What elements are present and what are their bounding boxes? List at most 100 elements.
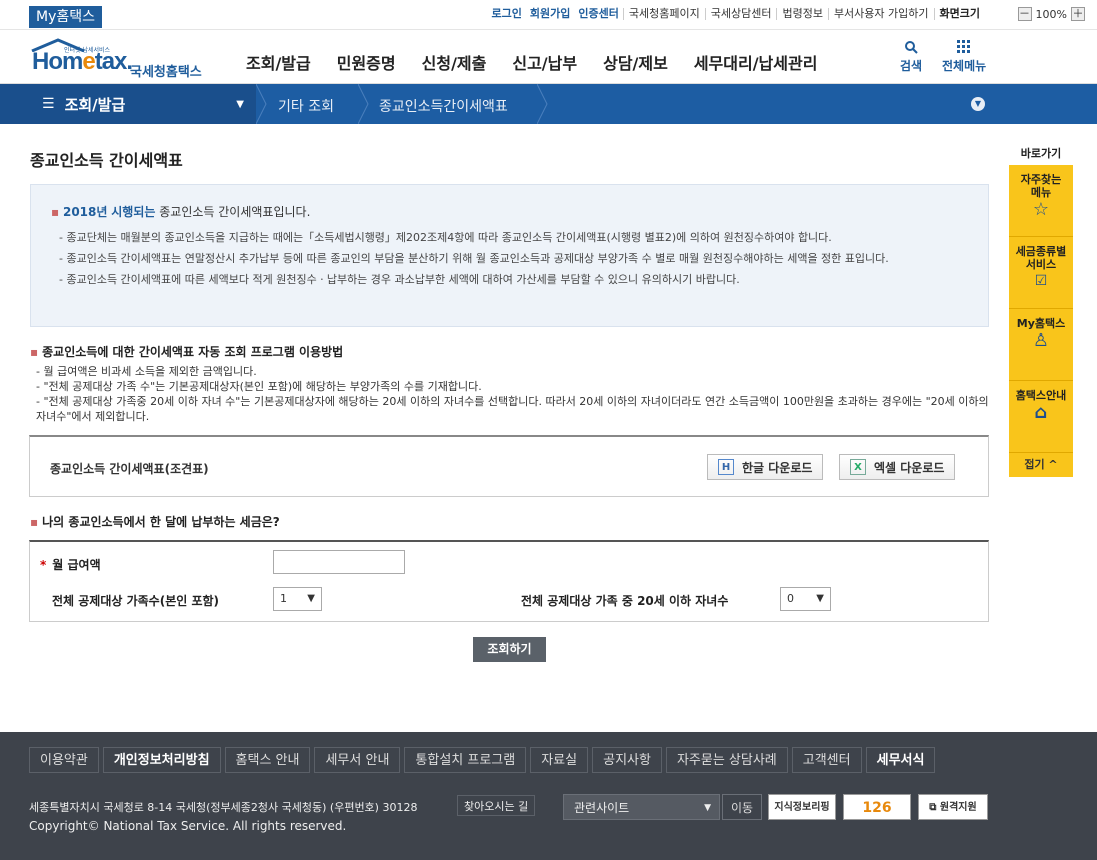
remote-support-icon: ⧉: [929, 802, 937, 813]
footer-privacy-link[interactable]: 개인정보처리방침: [102, 747, 221, 773]
location-bar: ☰ 조회/발급 ▼ 기타 조회 종교인소득간이세액표 ▼: [0, 84, 1097, 124]
zoom-level: 100%: [1035, 7, 1067, 21]
tax-inquiry-form: * 월 급여액 전체 공제대상 가족수(본인 포함) 1 ▼ 전체 공제대상 가족…: [29, 540, 989, 622]
footer-notice-link[interactable]: 공지사항: [592, 747, 662, 773]
top-links: 로그인 회원가입 인증센터 국세청홈페이지 국세상담센터 법령정보 부서사용자 …: [488, 8, 985, 20]
related-sites-select[interactable]: 관련사이트 ▼: [563, 794, 720, 820]
form-title-text: 나의 종교인소득에서 한 달에 납부하는 세금은?: [42, 515, 280, 529]
footer-tax-office-link[interactable]: 세무서 안내: [314, 747, 401, 773]
call-126-banner[interactable]: 126: [843, 794, 911, 820]
breadcrumb-separator-icon: [358, 84, 369, 124]
nav-apply-submit[interactable]: 신청/제출: [422, 50, 487, 74]
hamburger-icon: ☰: [42, 96, 55, 112]
quick-item-label: My홈택스: [1016, 317, 1066, 330]
quick-hometax-guide[interactable]: 홈택스안내 ⌂: [1009, 381, 1073, 453]
zoom-control: － 100% ＋: [1017, 7, 1085, 21]
notice-item: - 종교단체는 매월분의 종교인소득을 지급하는 때에는「소득세법시행령」제20…: [59, 231, 832, 244]
quick-menu: 바로가기 자주찾는 메뉴 ☆ 세금종류별 서비스 ☑ My홈택스 ♙ 홈택스안내…: [1009, 145, 1073, 477]
star-icon: ☆: [1032, 199, 1050, 220]
nav-consult-report[interactable]: 상담/제보: [603, 50, 668, 74]
location-menu-label: 조회/발급: [64, 95, 126, 114]
family-count-value: 1: [280, 592, 287, 605]
all-menu-label: 전체메뉴: [942, 59, 987, 73]
dept-user-signup-link[interactable]: 부서사용자 가입하기: [827, 8, 934, 20]
quick-tax-type-service[interactable]: 세금종류별 서비스 ☑: [1009, 237, 1073, 309]
monthly-pay-input[interactable]: [273, 550, 405, 574]
grid-icon: [957, 40, 971, 53]
required-icon: *: [40, 558, 47, 572]
footer-tax-forms-link[interactable]: 세무서식: [865, 747, 936, 773]
search-label: 검색: [900, 59, 923, 73]
page-title: 종교인소득 간이세액표: [30, 151, 183, 170]
knowledge-briefing-banner[interactable]: 지식정보리핑: [768, 794, 836, 820]
logo-text: Hometax.: [32, 48, 133, 76]
notice-highlight: 시행되는: [111, 205, 156, 219]
chevron-down-icon[interactable]: ▼: [971, 97, 985, 111]
remote-support-banner[interactable]: ⧉ 원격지원: [918, 794, 988, 820]
guide-item: - 월 급여액은 비과세 소득을 제외한 금액입니다.: [36, 365, 257, 378]
bullet-icon: ▪: [51, 205, 60, 219]
zoom-out-button[interactable]: －: [1017, 7, 1032, 21]
my-hometax-link[interactable]: My홈택스: [29, 6, 103, 28]
quick-favorite-menu[interactable]: 자주찾는 메뉴 ☆: [1009, 165, 1073, 237]
footer-hometax-guide-link[interactable]: 홈택스 안내: [224, 747, 311, 773]
certificate-center-link[interactable]: 인증센터: [574, 8, 622, 20]
nav-tax-agent[interactable]: 세무대리/납세관리: [694, 50, 818, 74]
guide-item: - "전체 공제대상 가족중 20세 이하 자녀 수"는 기본공제대상자에 해당…: [36, 395, 989, 423]
footer-faq-link[interactable]: 자주묻는 상담사례: [665, 747, 788, 773]
nav-report-pay[interactable]: 신고/납부: [512, 50, 577, 74]
find-way-button[interactable]: 찾아오시는 길: [457, 795, 536, 816]
quick-item-label: 자주찾는 메뉴: [1020, 173, 1062, 199]
nts-homepage-link[interactable]: 국세청홈페이지: [622, 8, 705, 20]
footer-links: 이용약관 개인정보처리방침 홈택스 안내 세무서 안내 통합설치 프로그램 자료…: [29, 747, 939, 773]
breadcrumb-current[interactable]: 종교인소득간이세액표: [379, 96, 508, 116]
guide-list: - 월 급여액은 비과세 소득을 제외한 금액입니다. - "전체 공제대상 가…: [36, 364, 991, 424]
law-info-link[interactable]: 법령정보: [776, 8, 827, 20]
search-button[interactable]: 검색: [900, 40, 922, 74]
logo-text-hom: Hom: [32, 48, 83, 75]
all-menu-button[interactable]: 전체메뉴: [942, 40, 986, 74]
download-title: 종교인소득 간이세액표(조견표): [50, 462, 209, 476]
family-count-select[interactable]: 1 ▼: [273, 587, 322, 611]
quick-fold-button[interactable]: 접기 ^: [1009, 453, 1073, 477]
footer-copyright: Copyright© National Tax Service. All rig…: [29, 819, 347, 833]
font-size-label: 화면크기: [933, 8, 985, 20]
inquiry-button[interactable]: 조회하기: [473, 637, 546, 662]
footer-install-program-link[interactable]: 통합설치 프로그램: [404, 747, 527, 773]
nav-inquiry-issue[interactable]: 조회/발급: [246, 50, 311, 74]
checkbox-icon: ☑: [1034, 273, 1048, 289]
hangul-download-button[interactable]: H 한글 다운로드: [707, 454, 824, 480]
notice-headline: ▪ 2018년 시행되는 종교인소득 간이세액표입니다.: [51, 203, 968, 220]
breadcrumb-other-inquiry[interactable]: 기타 조회: [278, 96, 334, 116]
children-count-select[interactable]: 0 ▼: [780, 587, 831, 611]
children-count-value: 0: [787, 592, 794, 605]
excel-download-button[interactable]: X 엑셀 다운로드: [839, 454, 956, 480]
monthly-pay-label-text: 월 급여액: [52, 558, 101, 572]
family-count-label: 전체 공제대상 가족수(본인 포함): [52, 594, 220, 608]
search-icon: [905, 41, 918, 54]
person-icon: ♙: [1032, 330, 1050, 351]
bullet-icon: ▪: [30, 515, 39, 529]
footer-library-link[interactable]: 자료실: [530, 747, 589, 773]
footer-customer-center-link[interactable]: 고객센터: [791, 747, 862, 773]
location-menu-dropdown[interactable]: ☰ 조회/발급 ▼: [0, 84, 256, 124]
nav-civil-certificate[interactable]: 민원증명: [337, 50, 396, 74]
quick-my-hometax[interactable]: My홈택스 ♙: [1009, 309, 1073, 381]
consult-center-link[interactable]: 국세상담센터: [704, 8, 777, 20]
download-box: 종교인소득 간이세액표(조견표) H 한글 다운로드 X 엑셀 다운로드: [29, 435, 989, 497]
go-button[interactable]: 이동: [722, 794, 762, 820]
bullet-icon: ▪: [30, 345, 39, 359]
hometax-logo[interactable]: 인터넷 납세서비스 Hometax. 국세청홈택스: [28, 38, 208, 80]
top-utility-bar: My홈택스 로그인 회원가입 인증센터 국세청홈페이지 국세상담센터 법령정보 …: [0, 0, 1097, 30]
guide-title-text: 종교인소득에 대한 간이세액표 자동 조회 프로그램 이용방법: [42, 345, 344, 359]
excel-file-icon: X: [850, 459, 866, 475]
footer-terms-link[interactable]: 이용약관: [29, 747, 99, 773]
chevron-down-icon: ▼: [704, 803, 711, 813]
footer-address: 세종특별자치시 국세청로 8-14 국세청(정부세종2청사 국세청동) (우편번…: [29, 801, 418, 814]
signup-link[interactable]: 회원가입: [526, 8, 574, 20]
global-nav: 조회/발급 민원증명 신청/제출 신고/납부 상담/제보 세무대리/납세관리: [246, 50, 843, 74]
remote-support-label: 원격지원: [939, 802, 977, 813]
guide-item: - "전체 공제대상 가족 수"는 기본공제대상자(본인 포함)에 해당하는 부…: [36, 380, 482, 393]
zoom-in-button[interactable]: ＋: [1071, 7, 1085, 21]
login-link[interactable]: 로그인: [488, 8, 526, 20]
